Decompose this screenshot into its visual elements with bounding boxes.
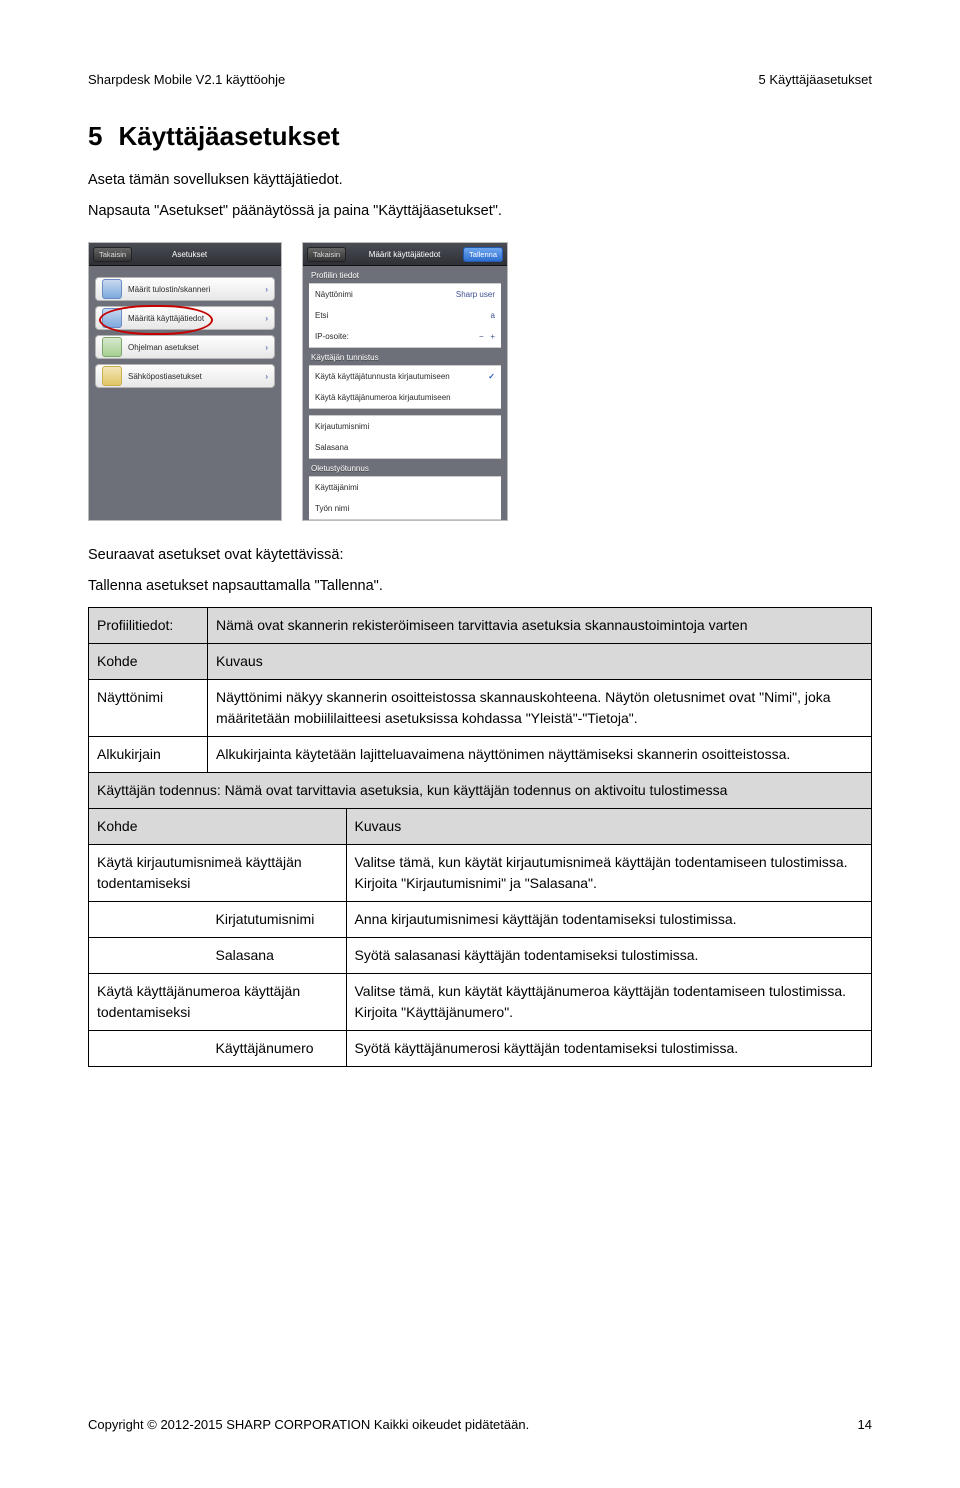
row-label: IP-osoite:	[315, 332, 349, 341]
cell-desc: Alkukirjainta käytetään lajitteluavaimen…	[208, 737, 872, 773]
profile-row[interactable]: Näyttönimi Sharp user	[309, 283, 501, 306]
row-label: Käytä käyttäjänumeroa kirjautumiseen	[315, 393, 451, 402]
section-header: Oletustyötunnus	[303, 459, 507, 476]
cell-name: Salasana	[208, 938, 347, 974]
title-number: 5	[88, 121, 102, 151]
footer-copyright: Copyright © 2012-2015 SHARP CORPORATION …	[88, 1417, 529, 1432]
section-header: Profiilin tiedot	[303, 266, 507, 283]
col-kohde: Kohde	[89, 809, 347, 845]
settings-row[interactable]: Sähköpostiasetukset ›	[95, 364, 275, 388]
auth-row[interactable]: Käytä käyttäjänumeroa kirjautumiseen	[309, 387, 501, 409]
cell-desc: Valitse tämä, kun käytät käyttäjänumeroa…	[346, 974, 872, 1031]
chevron-icon: ›	[265, 285, 268, 294]
cell-desc: Näyttönimi näkyy skannerin osoitteistoss…	[208, 680, 872, 737]
settings-row[interactable]: Ohjelman asetukset ›	[95, 335, 275, 359]
chevron-icon: ›	[265, 372, 268, 381]
profile-row[interactable]: IP-osoite: − +	[309, 326, 501, 348]
screenshot-settings: Takaisin Asetukset Määrit tulostin/skann…	[88, 242, 282, 521]
cell-name: Kirjatutumisnimi	[208, 902, 347, 938]
cell-authsection: Käyttäjän todennus: Nämä ovat tarvittavi…	[89, 773, 872, 809]
printer-icon	[102, 279, 122, 299]
cell-name: Alkukirjain	[89, 737, 208, 773]
auth-row[interactable]: Salasana	[309, 437, 501, 459]
stepper-icon[interactable]: − +	[479, 332, 495, 341]
cell-desc: Syötä käyttäjänumerosi käyttäjän todenta…	[346, 1031, 872, 1067]
row-label: Käytä käyttäjätunnusta kirjautumiseen	[315, 372, 450, 381]
cell-profiletitle: Profiilitiedot:	[89, 608, 208, 644]
section-header: Käyttäjän tunnistus	[303, 348, 507, 365]
titlebar-title: Asetukset	[172, 250, 207, 259]
cell-desc: Valitse tämä, kun käytät kirjautumisnime…	[346, 845, 872, 902]
row-value: a	[491, 311, 495, 320]
row-label: Etsi	[315, 311, 328, 320]
page-number: 14	[858, 1417, 872, 1432]
mail-icon	[102, 366, 122, 386]
screenshot-userinfo: Takaisin Määrit käyttäjätiedot Tallenna …	[302, 242, 508, 521]
profile-row[interactable]: Etsi a	[309, 305, 501, 327]
cell-name: Näyttönimi	[89, 680, 208, 737]
col-kuvaus: Kuvaus	[208, 644, 872, 680]
settings-row-user[interactable]: Määritä käyttäjätiedot›	[95, 306, 275, 330]
row-label: Ohjelman asetukset	[128, 343, 199, 352]
chevron-icon: ›	[265, 314, 268, 323]
auth-row[interactable]: Käytä käyttäjätunnusta kirjautumiseen ✓	[309, 365, 501, 388]
settings-row[interactable]: Määrit tulostin/skanneri ›	[95, 277, 275, 301]
para-4: Tallenna asetukset napsauttamalla "Talle…	[88, 576, 872, 597]
cell-desc: Syötä salasanasi käyttäjän todentamiseks…	[346, 938, 872, 974]
gear-icon	[102, 337, 122, 357]
row-label: Työn nimi	[315, 504, 349, 513]
title-text: Käyttäjäasetukset	[118, 121, 339, 151]
job-row[interactable]: Työn nimi	[309, 498, 501, 520]
col-kuvaus: Kuvaus	[346, 809, 872, 845]
job-row[interactable]: Käyttäjänimi	[309, 476, 501, 499]
row-label: Näyttönimi	[315, 290, 353, 299]
cell-name: Käytä käyttäjänumeroa käyttäjän todentam…	[89, 974, 347, 1031]
row-label: Määrit tulostin/skanneri	[128, 285, 210, 294]
page-title: 5 Käyttäjäasetukset	[88, 121, 872, 152]
check-icon: ✓	[488, 372, 495, 381]
titlebar: Takaisin Määrit käyttäjätiedot Tallenna	[303, 243, 507, 266]
screenshot-row: Takaisin Asetukset Määrit tulostin/skann…	[88, 242, 872, 521]
settings-table: Profiilitiedot: Nämä ovat skannerin reki…	[88, 607, 872, 1067]
cell-name: Käytä kirjautumisnimeä käyttäjän todenta…	[89, 845, 347, 902]
para-3: Seuraavat asetukset ovat käytettävissä:	[88, 545, 872, 566]
row-label: Sähköpostiasetukset	[128, 372, 202, 381]
row-label: Kirjautumisnimi	[315, 422, 369, 431]
titlebar-title: Määrit käyttäjätiedot	[369, 250, 441, 259]
para-1: Aseta tämän sovelluksen käyttäjätiedot.	[88, 170, 872, 191]
cell-desc: Anna kirjautumisnimesi käyttäjän todenta…	[346, 902, 872, 938]
header-left: Sharpdesk Mobile V2.1 käyttöohje	[88, 72, 285, 87]
row-label: Salasana	[315, 443, 348, 452]
save-button[interactable]: Tallenna	[463, 247, 503, 262]
cell-name: Käyttäjänumero	[208, 1031, 347, 1067]
auth-row[interactable]: Kirjautumisnimi	[309, 415, 501, 438]
highlight-ring	[99, 305, 213, 335]
row-label: Käyttäjänimi	[315, 483, 359, 492]
header-right: 5 Käyttäjäasetukset	[759, 72, 872, 87]
para-2: Napsauta "Asetukset" päänäytössä ja pain…	[88, 201, 872, 222]
titlebar: Takaisin Asetukset	[89, 243, 281, 266]
back-button[interactable]: Takaisin	[93, 247, 132, 262]
back-button[interactable]: Takaisin	[307, 247, 346, 262]
cell-profiledesc: Nämä ovat skannerin rekisteröimiseen tar…	[208, 608, 872, 644]
chevron-icon: ›	[265, 343, 268, 352]
col-kohde: Kohde	[89, 644, 208, 680]
row-value: Sharp user	[456, 290, 495, 299]
